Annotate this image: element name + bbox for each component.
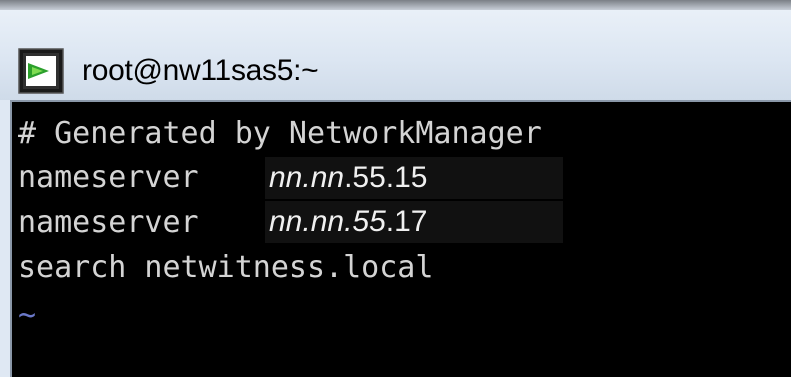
nameserver-keyword-2: nameserver (18, 205, 199, 240)
ip-2-visible-part: .17 (385, 205, 428, 238)
terminal-window: root@nw11sas5:~ # Generated by NetworkMa… (0, 0, 791, 377)
window-top-edge (0, 0, 791, 10)
empty-line-tilde: ~ (18, 298, 37, 333)
ip-2-redacted-part: nn.nn.55 (269, 205, 386, 238)
search-domain-line: search netwitness.local (18, 250, 434, 285)
terminal-prompt-icon[interactable] (18, 48, 64, 94)
nameserver-keyword-1: nameserver (18, 160, 199, 195)
ip-1-redacted-part: nn.nn (269, 161, 345, 194)
nameserver-ip-1: nn.nn.55.15 (265, 157, 563, 199)
terminal-content[interactable]: # Generated by NetworkManager nameserver… (10, 100, 791, 377)
comment-line: # Generated by NetworkManager (18, 116, 542, 151)
ip-1-visible-part: .55.15 (344, 161, 428, 194)
title-bar[interactable]: root@nw11sas5:~ (0, 10, 791, 100)
window-title: root@nw11sas5:~ (82, 54, 319, 87)
nameserver-ip-2: nn.nn.55.17 (265, 201, 563, 243)
